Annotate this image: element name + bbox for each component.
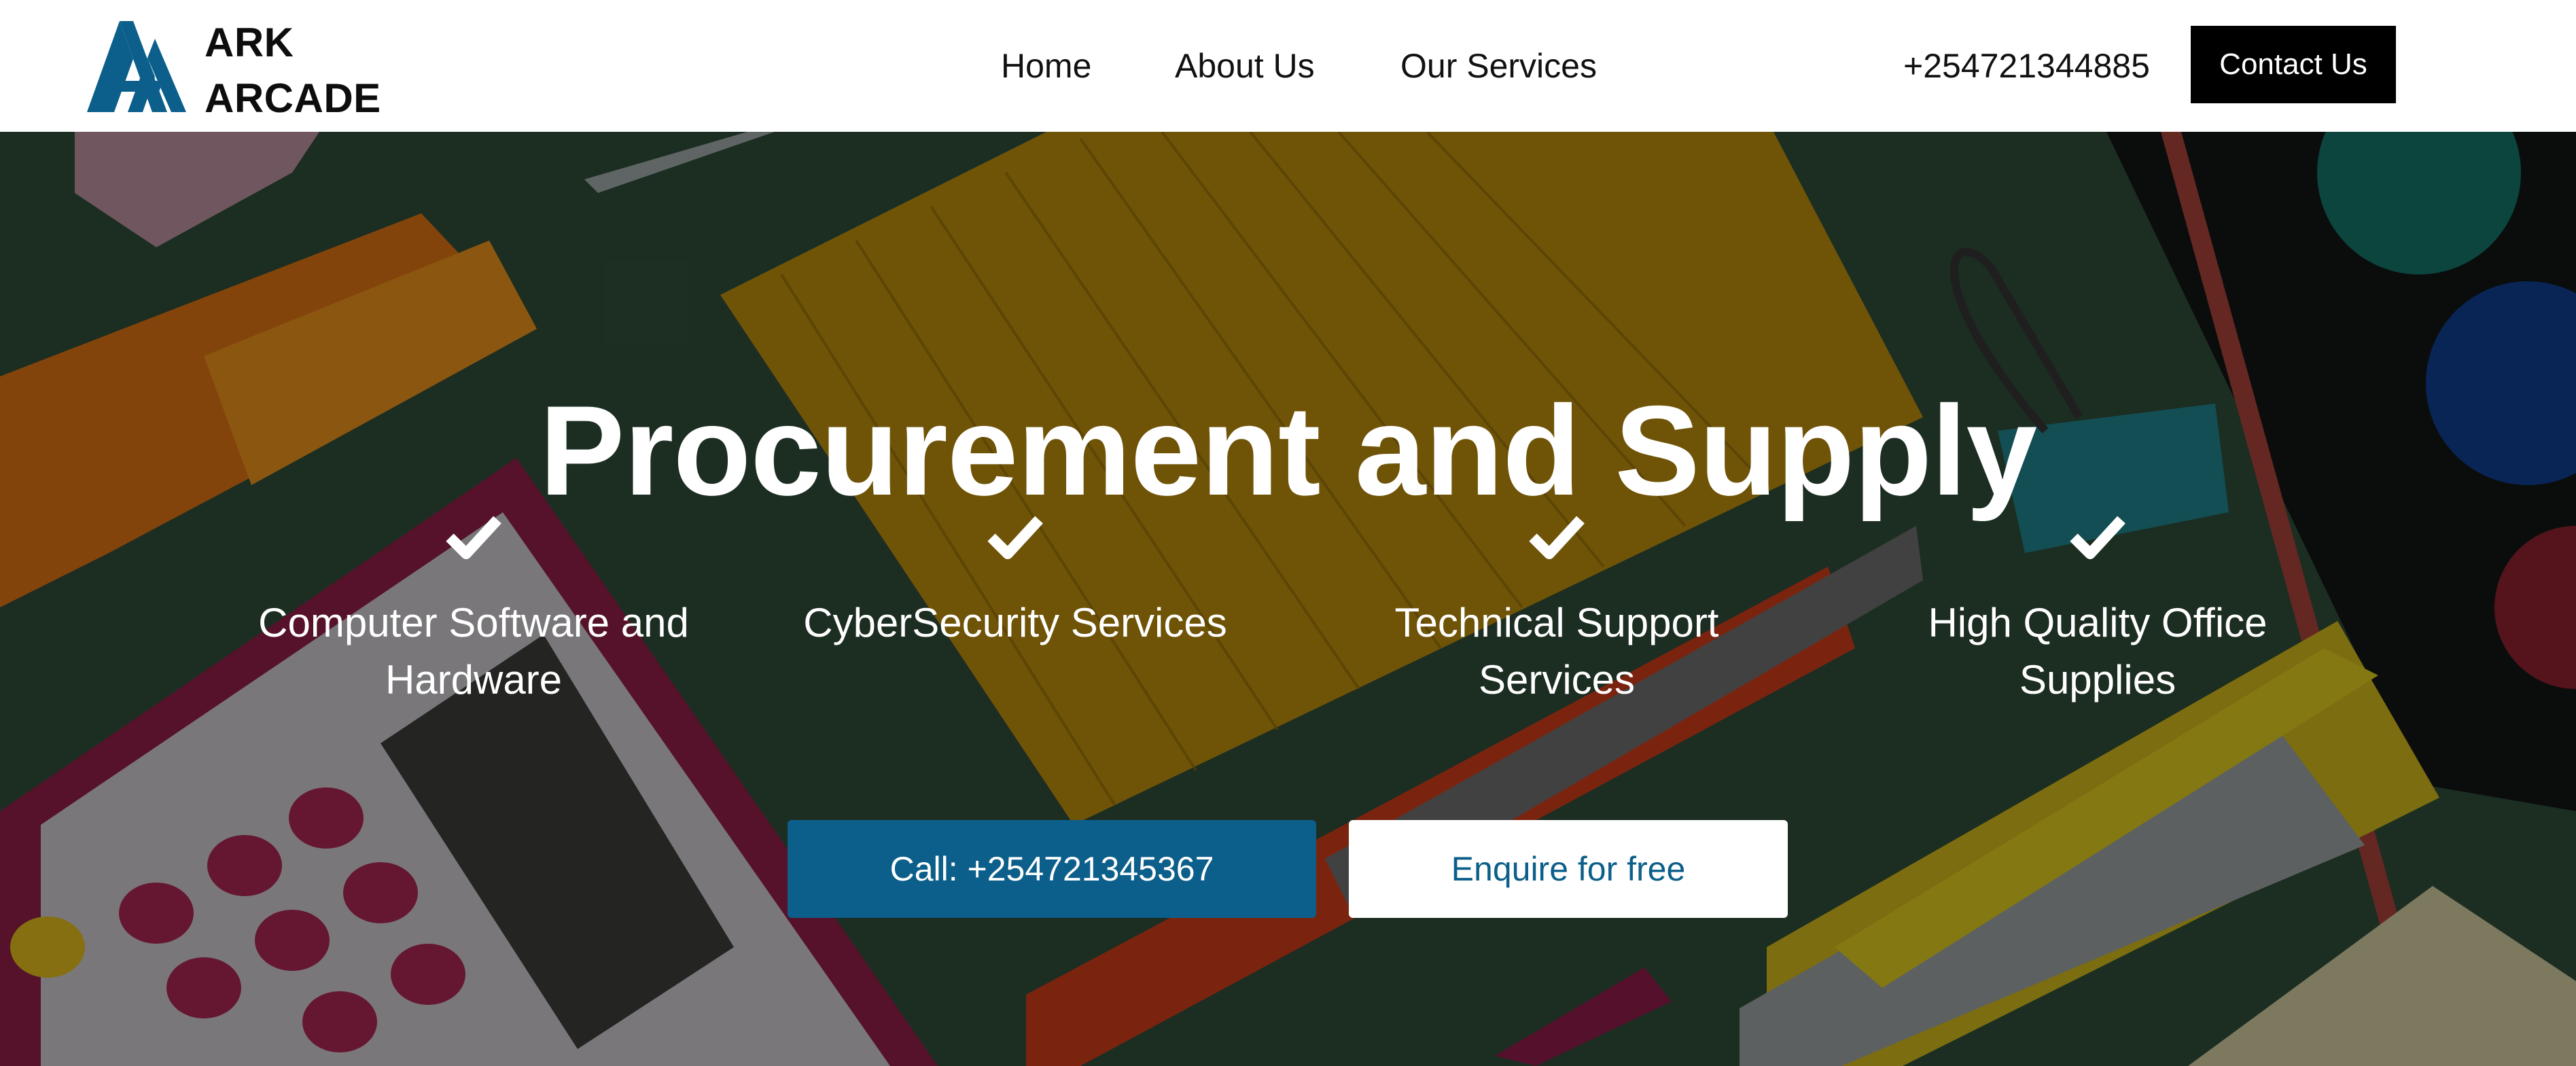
check-icon [2070,516,2125,559]
site-header: ARK ARCADE Home About Us Our Services +2… [0,0,2576,132]
nav-link-about-us[interactable]: About Us [1175,42,1315,90]
nav-link-our-services[interactable]: Our Services [1400,42,1597,90]
contact-us-button[interactable]: Contact Us [2191,26,2396,103]
feature-label: Computer Software and Hardware [258,600,689,703]
enquire-for-free-button[interactable]: Enquire for free [1349,820,1788,918]
feature-computer-software-hardware: Computer Software and Hardware [215,514,732,709]
feature-cybersecurity-services: CyberSecurity Services [757,514,1273,652]
call-button[interactable]: Call: +254721345367 [788,820,1316,918]
main-nav: Home About Us Our Services [0,0,2576,132]
header-phone-number[interactable]: +254721344885 [1903,42,2150,90]
hero-section: Procurement and Supply Computer Software… [0,132,2576,1066]
feature-label: High Quality Office Supplies [1928,600,2268,703]
feature-office-supplies: High Quality Office Supplies [1839,514,2356,709]
check-icon [987,516,1043,559]
nav-link-home[interactable]: Home [1001,42,1091,90]
check-icon [1529,516,1585,559]
check-icon [446,516,501,559]
feature-label: Technical Support Services [1394,600,1719,703]
hero-title: Procurement and Supply [539,378,2037,522]
feature-technical-support-services: Technical Support Services [1299,514,1815,709]
feature-label: CyberSecurity Services [803,600,1227,645]
